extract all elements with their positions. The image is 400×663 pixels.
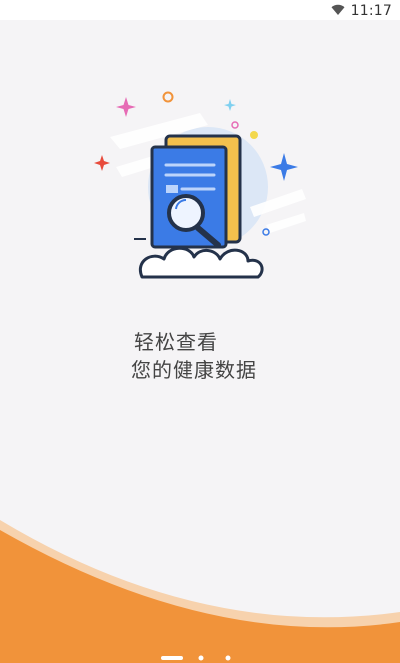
onboarding-headline-line1: 轻松查看 [134, 330, 218, 354]
document-search-icon [80, 85, 320, 285]
bottom-wave-decoration [0, 520, 400, 663]
status-right: 11:17 [331, 1, 392, 20]
page-indicator-dot [198, 655, 204, 661]
wifi-icon [331, 1, 345, 20]
page-indicator[interactable] [0, 653, 400, 663]
status-bar: 11:17 [0, 0, 400, 20]
page-indicator-active [161, 656, 183, 660]
page-indicator-dot [225, 655, 231, 661]
onboarding-headline-line2: 您的健康数据 [131, 358, 257, 382]
status-time: 11:17 [350, 2, 392, 19]
